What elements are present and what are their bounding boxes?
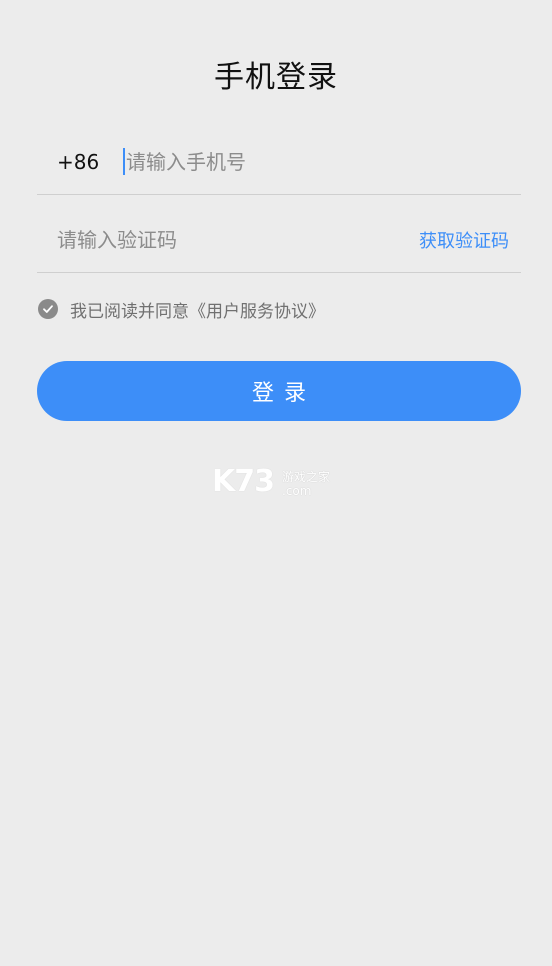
agreement-row: 我已阅读并同意《用户服务协议》 xyxy=(38,297,325,322)
watermark-domain: .com xyxy=(282,484,312,498)
login-button[interactable]: 登录 xyxy=(37,361,521,421)
login-page: 手机登录 +86 获取验证码 我已阅读并同意《用户服务协议》 登录 K73 游戏… xyxy=(0,0,552,966)
checkmark-icon xyxy=(43,305,53,313)
country-code[interactable]: +86 xyxy=(57,150,99,174)
watermark-logo: K73 游戏之家 .com xyxy=(212,464,342,504)
phone-input[interactable] xyxy=(126,144,426,180)
text-cursor xyxy=(123,148,125,175)
watermark-main: K73 xyxy=(212,464,275,499)
get-code-button[interactable]: 获取验证码 xyxy=(419,227,509,253)
agreement-text[interactable]: 我已阅读并同意《用户服务协议》 xyxy=(70,297,325,322)
check-circle-icon[interactable] xyxy=(38,299,58,319)
page-title: 手机登录 xyxy=(214,60,338,95)
verification-code-input[interactable] xyxy=(57,222,357,258)
code-row: 获取验证码 xyxy=(37,208,521,273)
phone-row: +86 xyxy=(37,130,521,195)
watermark-sub: 游戏之家 xyxy=(282,470,331,484)
